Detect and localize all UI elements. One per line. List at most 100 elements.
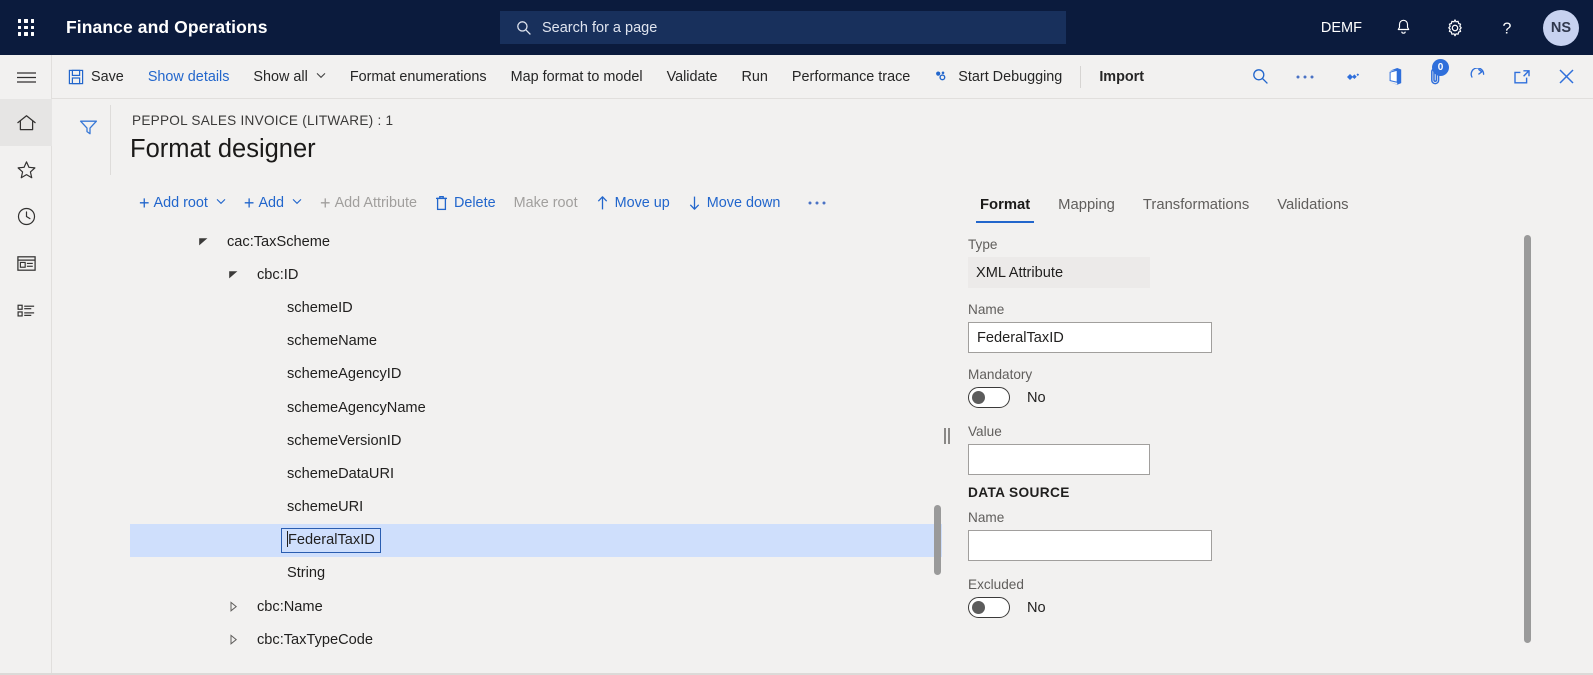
tree-twisty-expanded-icon[interactable] — [222, 269, 244, 280]
tab-mapping[interactable]: Mapping — [1044, 187, 1129, 223]
tree-twisty-expanded-icon[interactable] — [192, 236, 214, 247]
value-field-group: Value — [968, 424, 1593, 475]
sidebar-item-workspaces[interactable] — [0, 240, 52, 287]
tab-format[interactable]: Format — [966, 187, 1044, 223]
start-debugging-button[interactable]: Start Debugging — [922, 55, 1074, 99]
map-format-to-model-button[interactable]: Map format to model — [499, 55, 655, 99]
show-details-button[interactable]: Show details — [136, 55, 242, 99]
header-divider — [110, 105, 111, 175]
tab-validations-label: Validations — [1277, 197, 1349, 213]
share-button[interactable] — [1328, 55, 1374, 99]
name-input[interactable]: FederalTaxID — [968, 322, 1212, 353]
arrow-down-icon — [688, 195, 701, 211]
notifications-button[interactable] — [1378, 0, 1429, 55]
tree-row[interactable]: schemeName — [130, 325, 942, 358]
tree-row[interactable]: cbc:ID — [130, 258, 942, 291]
tree-row[interactable]: cac:TaxScheme — [130, 225, 942, 258]
run-button[interactable]: Run — [730, 55, 780, 99]
pane-splitter-handle[interactable] — [944, 428, 950, 444]
save-button[interactable]: Save — [52, 55, 136, 99]
format-enumerations-label: Format enumerations — [349, 68, 487, 85]
properties-tabs: Format Mapping Transformations Validatio… — [958, 183, 1593, 223]
tree-row[interactable]: schemeVersionID — [130, 424, 942, 457]
attachments-button[interactable]: 0 — [1416, 55, 1456, 99]
close-icon — [1559, 69, 1574, 84]
tree-node-label: schemeDataURI — [287, 465, 395, 482]
chevron-down-icon — [316, 72, 326, 82]
value-input[interactable] — [968, 444, 1150, 475]
tab-transformations[interactable]: Transformations — [1129, 187, 1263, 223]
type-value: XML Attribute — [968, 257, 1150, 288]
tree-twisty-collapsed-icon[interactable] — [222, 601, 244, 613]
tree-vertical-scrollbar[interactable] — [934, 505, 941, 575]
show-all-dropdown[interactable]: Show all — [241, 55, 337, 99]
add-root-button[interactable]: + Add root — [130, 183, 235, 223]
tree-twisty-collapsed-icon[interactable] — [222, 634, 244, 646]
tree-row[interactable]: schemeAgencyID — [130, 358, 942, 391]
sidebar-item-modules[interactable] — [0, 287, 52, 334]
sidebar-item-favorites[interactable] — [0, 146, 52, 193]
page-header: PEPPOL SALES INVOICE (LITWARE) : 1 Forma… — [52, 99, 1593, 183]
help-button[interactable]: ? — [1481, 0, 1533, 55]
tree-row[interactable]: FederalTaxID — [130, 523, 942, 557]
filter-button[interactable] — [70, 112, 106, 142]
tree-node-label: cbc:TaxTypeCode — [257, 631, 374, 648]
datasource-name-input[interactable] — [968, 530, 1212, 561]
add-attribute-button[interactable]: + Add Attribute — [311, 183, 426, 223]
search-icon — [516, 20, 532, 36]
properties-vertical-scrollbar[interactable] — [1524, 235, 1531, 643]
save-disk-icon — [68, 69, 84, 85]
tab-validations[interactable]: Validations — [1263, 187, 1362, 223]
tree-row[interactable]: schemeID — [130, 291, 942, 324]
make-root-button[interactable]: Make root — [505, 183, 587, 223]
performance-trace-button[interactable]: Performance trace — [780, 55, 922, 99]
add-label: Add — [258, 195, 285, 211]
excluded-toggle[interactable] — [968, 597, 1010, 618]
open-in-new-window-button[interactable] — [1500, 55, 1545, 99]
navigation-menu-button[interactable] — [0, 55, 52, 99]
name-field-group: Name FederalTaxID — [968, 302, 1593, 353]
add-attribute-label: Add Attribute — [334, 195, 417, 211]
validate-button[interactable]: Validate — [655, 55, 730, 99]
command-search-button[interactable] — [1239, 55, 1282, 99]
tree-row[interactable]: schemeURI — [130, 491, 942, 524]
tree-overflow-button[interactable] — [789, 183, 836, 223]
tree-node-label: cbc:ID — [257, 266, 299, 283]
refresh-button[interactable] — [1456, 55, 1500, 99]
open-in-office-button[interactable] — [1374, 55, 1416, 99]
move-down-button[interactable]: Move down — [679, 183, 790, 223]
gear-icon — [1448, 18, 1462, 36]
avatar[interactable]: NS — [1543, 9, 1579, 46]
map-format-to-model-label: Map format to model — [510, 68, 643, 85]
company-selector[interactable]: DEMF — [1305, 0, 1378, 55]
arrow-up-icon — [596, 195, 609, 211]
sidebar-item-home[interactable] — [0, 99, 52, 146]
delete-button[interactable]: Delete — [426, 183, 505, 223]
settings-button[interactable] — [1429, 0, 1481, 55]
share-diamond-icon — [1347, 72, 1360, 80]
format-enumerations-button[interactable]: Format enumerations — [338, 55, 499, 99]
breadcrumb: PEPPOL SALES INVOICE (LITWARE) : 1 — [132, 113, 394, 128]
close-button[interactable] — [1545, 55, 1593, 99]
move-up-button[interactable]: Move up — [587, 183, 679, 223]
command-overflow-button[interactable] — [1282, 55, 1328, 99]
tree-node-name-editor[interactable]: FederalTaxID — [281, 527, 381, 553]
sidebar-item-recent[interactable] — [0, 193, 52, 240]
tree-action-bar: + Add root + Add + Add Attribute Delete … — [130, 183, 836, 223]
import-button[interactable]: Import — [1087, 55, 1156, 99]
name-label: Name — [968, 302, 1005, 317]
tree-row[interactable]: String — [130, 557, 942, 590]
search-input[interactable]: Search for a page — [500, 11, 1066, 44]
tree-row[interactable]: schemeDataURI — [130, 457, 942, 490]
tree-row[interactable]: schemeAgencyName — [130, 391, 942, 424]
trash-icon — [435, 195, 448, 211]
tree-row[interactable]: cbc:Name — [130, 590, 942, 623]
app-launcher-button[interactable] — [0, 0, 52, 55]
add-button[interactable]: + Add — [235, 183, 311, 223]
tree-row[interactable]: cbc:TaxTypeCode — [130, 623, 942, 656]
mandatory-toggle[interactable] — [968, 387, 1010, 408]
make-root-label: Make root — [513, 195, 578, 211]
tab-transformations-label: Transformations — [1142, 197, 1250, 213]
mandatory-label: Mandatory — [968, 367, 1033, 382]
excluded-label: Excluded — [968, 577, 1024, 592]
